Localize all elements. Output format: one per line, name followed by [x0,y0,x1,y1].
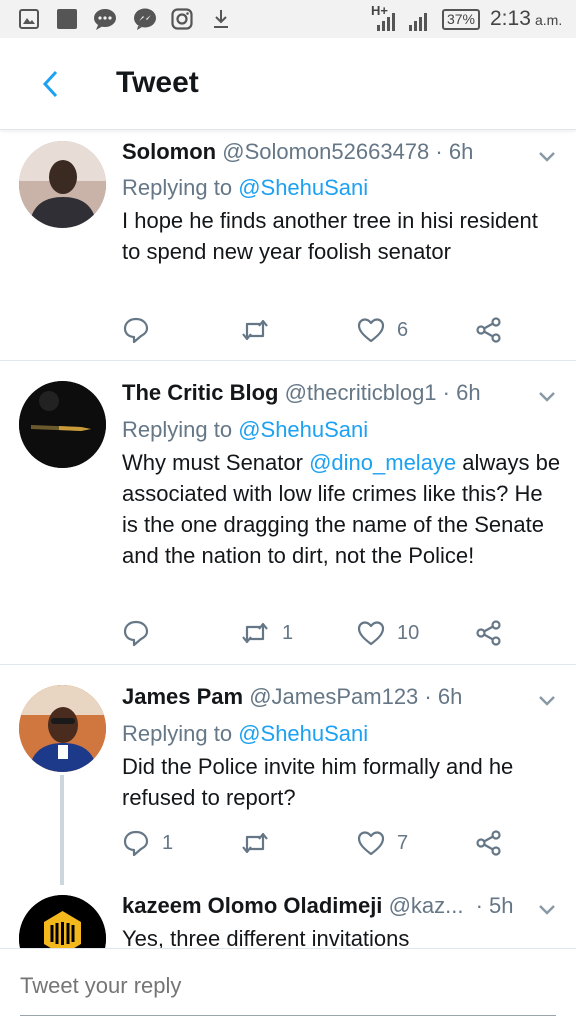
tweet-item[interactable]: Solomon @Solomon52663478 · 6h Replying t… [0,130,576,360]
user-handle[interactable]: @thecriticblog1 [285,380,437,405]
mention-link[interactable]: @dino_melaye [309,450,456,475]
retweet-action[interactable] [240,316,282,344]
download-icon [210,8,232,30]
heart-icon [357,620,385,646]
heart-icon [357,830,385,856]
tweet-text-part: Why must Senator [122,450,310,475]
tweet-header: The Critic Blog @thecriticblog1 · 6h [122,380,481,406]
display-name[interactable]: kazeem Olomo Oladimeji [122,893,382,918]
tweet-text: Did the Police invite him formally and h… [122,754,514,810]
display-name[interactable]: Solomon [122,139,216,164]
tweet-time: · 6h [435,139,474,164]
retweet-icon [240,316,270,344]
avatar[interactable] [19,895,106,948]
battery-icon: 37% [442,9,480,30]
messages-icon [92,8,118,30]
like-action[interactable]: 10 [357,620,419,646]
replying-to: Replying to @ShehuSani [122,175,368,201]
replying-to-label: Replying to [122,175,239,200]
like-action[interactable]: 7 [357,830,408,856]
status-bar: H+ 37% 2:13 a.m. [0,0,576,38]
retweet-action[interactable] [240,829,282,857]
clock-time: 2:13 [490,7,531,30]
back-button[interactable] [30,64,70,104]
retweet-count: 1 [282,621,294,644]
share-icon [475,829,503,857]
app-header: Tweet [0,38,576,130]
reply-count: 1 [162,831,174,854]
like-count: 6 [397,318,409,341]
share-action[interactable] [475,829,503,857]
avatar[interactable] [19,685,106,772]
replying-to-mention[interactable]: @ShehuSani [238,175,368,200]
retweet-icon [240,829,270,857]
tweet-text: Yes, three different invitations [122,926,410,948]
chevron-down-icon[interactable] [534,896,560,922]
user-handle[interactable]: @Solomon52663478 [222,139,429,164]
reply-icon [122,619,150,647]
like-action[interactable]: 6 [357,317,408,343]
replying-to: Replying to @ShehuSani [122,417,368,443]
chevron-down-icon[interactable] [534,143,560,169]
display-name[interactable]: The Critic Blog [122,380,278,405]
tweet-text: I hope he finds another tree in hisi res… [122,208,538,264]
signal-icon-2 [408,10,432,32]
replying-to-label: Replying to [122,417,239,442]
replying-to-label: Replying to [122,721,239,746]
tweet-item[interactable]: kazeem Olomo Oladimeji @kaz... · 5h Yes,… [0,880,576,948]
share-icon [475,619,503,647]
reply-icon [122,316,150,344]
retweet-action[interactable]: 1 [240,619,293,647]
tweet-time: · 6h [442,380,481,405]
tweet-item[interactable]: The Critic Blog @thecriticblog1 · 6h Rep… [0,361,576,664]
like-count: 7 [397,831,409,854]
tweet-header: James Pam @JamesPam123 · 6h [122,684,462,710]
reply-input[interactable] [20,973,556,999]
user-handle[interactable]: @kaz... [389,893,464,918]
retweet-icon [240,619,270,647]
square-app-icon [56,8,78,30]
reply-action[interactable] [122,619,162,647]
avatar[interactable] [19,141,106,228]
gallery-icon [18,8,40,30]
reply-composer [0,948,576,1024]
chevron-down-icon[interactable] [534,687,560,713]
replying-to: Replying to @ShehuSani [122,721,368,747]
reply-action[interactable]: 1 [122,829,173,857]
tweet-time: · 6h [424,684,463,709]
replying-to-mention[interactable]: @ShehuSani [238,721,368,746]
tweet-item[interactable]: James Pam @JamesPam123 · 6h Replying to … [0,665,576,885]
tweet-header: Solomon @Solomon52663478 · 6h [122,139,473,165]
heart-icon [357,317,385,343]
share-action[interactable] [475,619,503,647]
clock-ampm: a.m. [535,12,563,28]
chevron-down-icon[interactable] [534,383,560,409]
page-title: Tweet [116,66,199,99]
tweet-time: · 5h [475,893,514,918]
instagram-icon [170,8,194,30]
battery-level: 37% [446,11,476,27]
reply-icon [122,829,150,857]
signal-icon [376,10,400,32]
share-icon [475,316,503,344]
thread-connector [60,775,64,885]
share-action[interactable] [475,316,503,344]
avatar[interactable] [19,381,106,468]
user-handle[interactable]: @JamesPam123 [249,684,418,709]
tweet-header: kazeem Olomo Oladimeji @kaz... · 5h [122,893,514,919]
input-underline [20,1015,556,1016]
replying-to-mention[interactable]: @ShehuSani [238,417,368,442]
messenger-icon [132,8,158,30]
back-arrow-icon [42,70,58,98]
reply-action[interactable] [122,316,162,344]
display-name[interactable]: James Pam [122,684,243,709]
tweet-text: Why must Senator @dino_melaye always be … [122,447,562,571]
like-count: 10 [397,621,420,644]
